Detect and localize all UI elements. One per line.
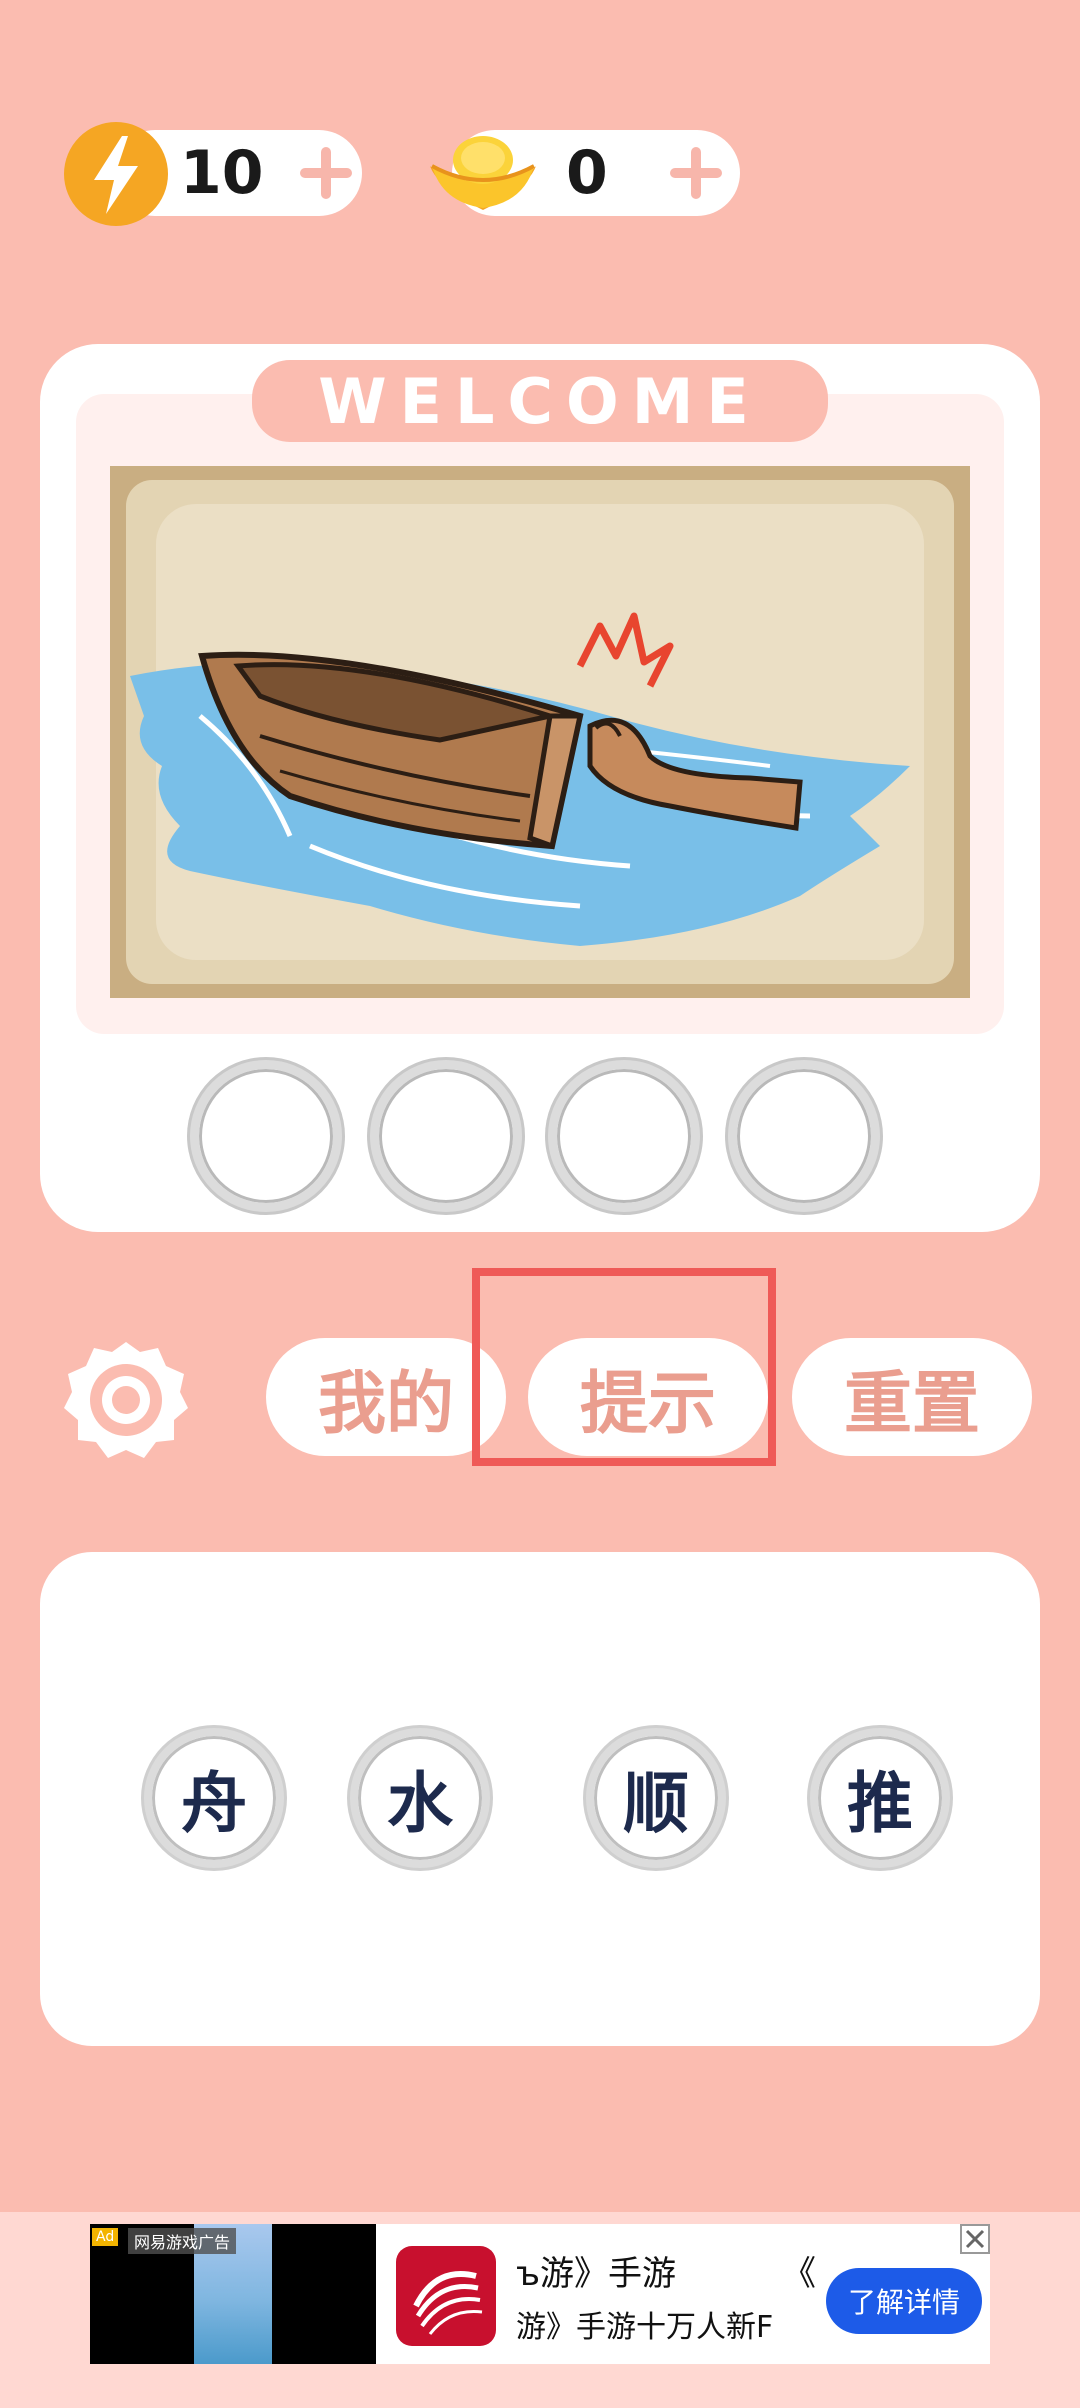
ad-content-area[interactable]: ъ游》手游 《 游》手游十万人新F 了解详情 [376, 2224, 990, 2364]
ad-headline: ъ游》手游 [516, 2254, 677, 2294]
ad-close-icon[interactable] [960, 2224, 990, 2254]
welcome-banner: WELCOME [252, 360, 828, 442]
energy-count: 10 [180, 138, 264, 208]
gold-count: 0 [566, 138, 608, 208]
netease-logo-icon [396, 2246, 496, 2346]
ad-subline-clip: 游》手游十万人新F [516, 2302, 794, 2346]
choice-tile[interactable]: 舟 [144, 1728, 284, 1868]
reset-button[interactable]: 重置 [792, 1338, 1032, 1456]
choice-tile[interactable]: 顺 [586, 1728, 726, 1868]
mine-button[interactable]: 我的 [266, 1338, 506, 1456]
puzzle-image [110, 466, 970, 998]
gold-ingot-icon [424, 128, 542, 220]
puzzle-card: WELCOME [40, 344, 1040, 1232]
lightning-icon [62, 120, 170, 228]
choice-tile[interactable]: 水 [350, 1728, 490, 1868]
gold-add-icon[interactable] [670, 147, 722, 199]
ad-subline: 游》手游十万人新F [516, 2310, 774, 2345]
ad-video-thumbnail[interactable]: Ad 网易游戏广告 [90, 2224, 376, 2364]
energy-add-icon[interactable] [300, 147, 352, 199]
hint-highlight-box [472, 1268, 776, 1466]
ad-tag: Ad [92, 2228, 119, 2246]
gear-icon[interactable] [62, 1336, 190, 1464]
answer-slot[interactable] [370, 1060, 522, 1212]
answer-slot[interactable] [190, 1060, 342, 1212]
ad-learn-more-button[interactable]: 了解详情 [826, 2268, 982, 2334]
answer-slot[interactable] [548, 1060, 700, 1212]
ad-source-label: 网易游戏广告 [128, 2228, 237, 2254]
ad-headline-tail: 《 [782, 2254, 816, 2294]
answer-slot[interactable] [728, 1060, 880, 1212]
choice-tile[interactable]: 推 [810, 1728, 950, 1868]
